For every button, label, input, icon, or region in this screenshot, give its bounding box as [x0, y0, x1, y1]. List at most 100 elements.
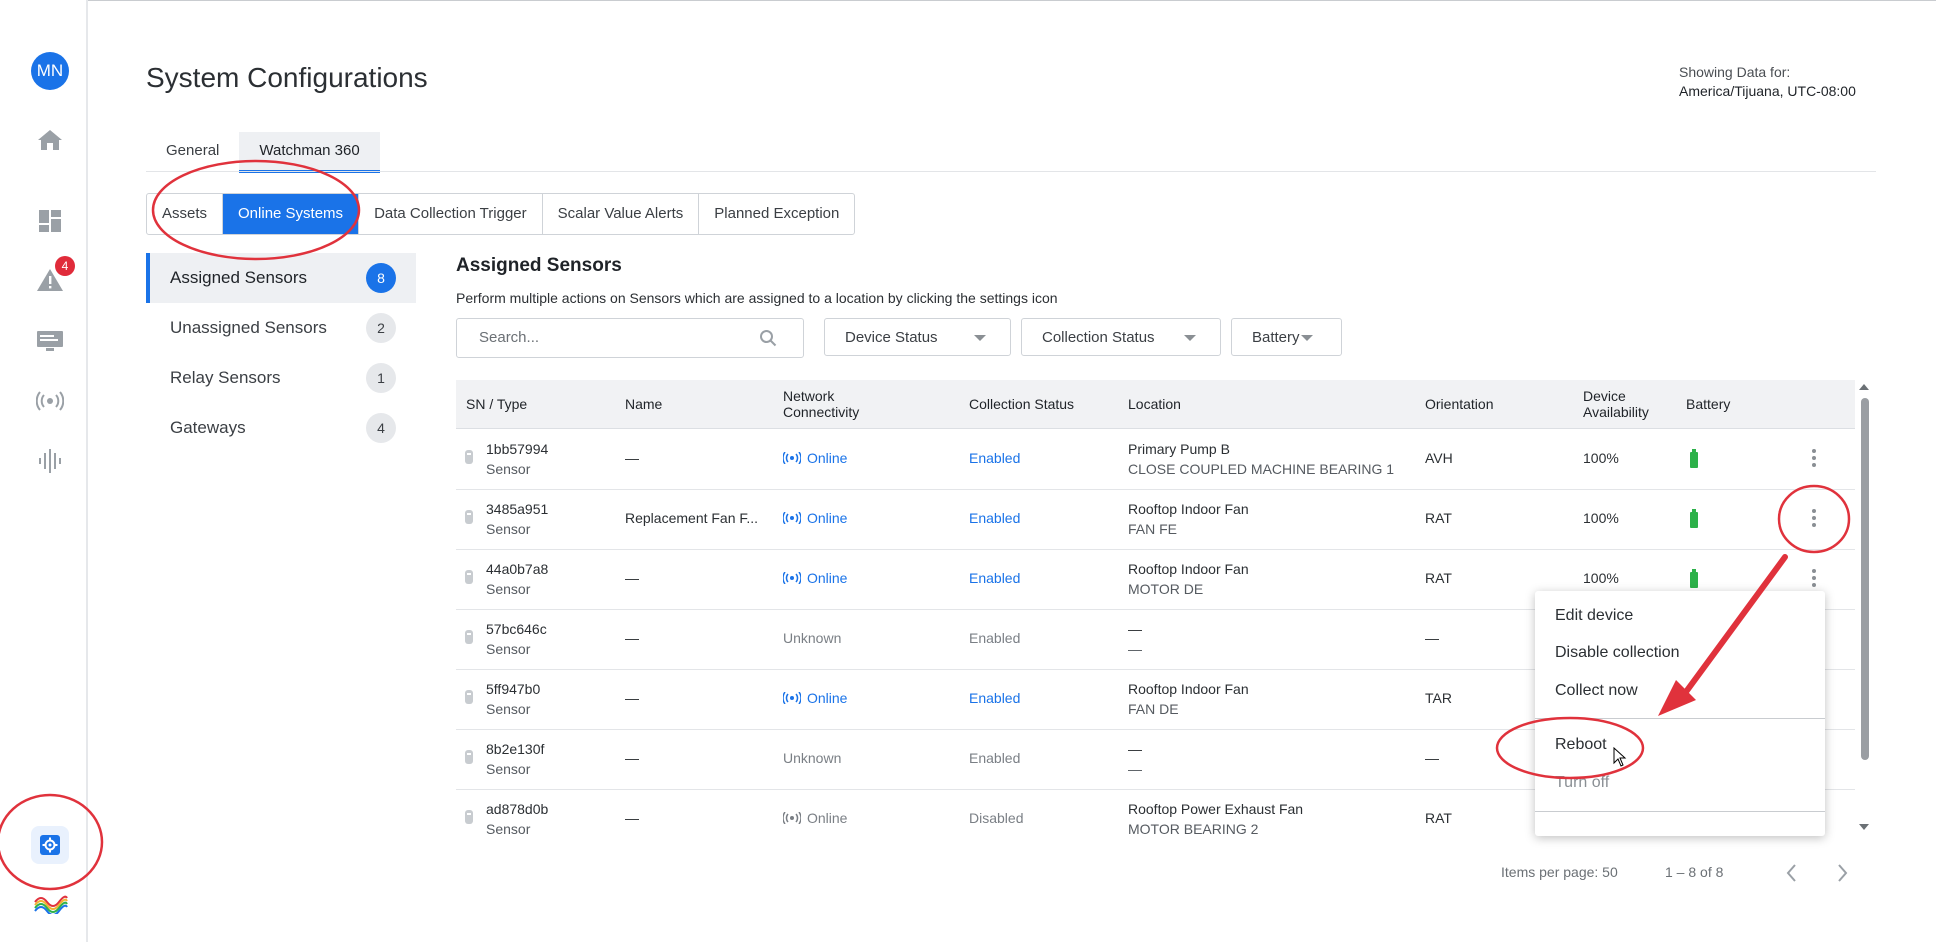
subtab-scalar-value-alerts[interactable]: Scalar Value Alerts — [543, 194, 700, 234]
location-asset: — — [1128, 621, 1142, 637]
search-box — [456, 318, 804, 358]
location-point: CLOSE COUPLED MACHINE BEARING 1 — [1128, 461, 1395, 477]
device-type: Sensor — [486, 821, 531, 837]
device-status-filter[interactable]: Device Status — [824, 318, 1011, 356]
subtab-data-collection-trigger[interactable]: Data Collection Trigger — [359, 194, 543, 234]
orientation-cell: — — [1425, 630, 1439, 646]
tab-watchman-360[interactable]: Watchman 360 — [239, 132, 380, 173]
row-actions-menu-icon[interactable] — [1812, 569, 1816, 587]
chevron-right-icon[interactable] — [1832, 862, 1852, 884]
menu-divider — [1535, 718, 1825, 719]
col-sn-type[interactable]: SN / Type — [466, 380, 527, 428]
search-icon[interactable] — [759, 329, 777, 347]
sensor-icon — [465, 750, 473, 764]
avatar[interactable]: MN — [31, 52, 69, 90]
filter-label: Device Status — [845, 328, 938, 346]
sensor-icon — [465, 630, 473, 644]
name-cell: — — [625, 690, 639, 706]
sn-type-cell: ad878d0b Sensor — [486, 799, 548, 837]
home-icon[interactable] — [34, 124, 66, 156]
timezone-info: Showing Data for: America/Tijuana, UTC-0… — [1679, 63, 1856, 101]
col-location[interactable]: Location — [1128, 380, 1181, 428]
location-asset: Rooftop Indoor Fan — [1128, 501, 1249, 517]
sn-type-cell: 1bb57994 Sensor — [486, 439, 548, 479]
caret-down-icon — [974, 335, 986, 341]
chevron-left-icon[interactable] — [1782, 862, 1802, 884]
row-actions-menu-icon[interactable] — [1812, 509, 1816, 527]
location-point: MOTOR DE — [1128, 581, 1204, 597]
col-name[interactable]: Name — [625, 380, 662, 428]
monitor-icon[interactable] — [34, 325, 66, 357]
location-asset: — — [1128, 741, 1142, 757]
dashboard-icon[interactable] — [34, 205, 66, 237]
menu-item-edit-device[interactable]: Edit device — [1555, 607, 1633, 625]
search-input[interactable] — [477, 328, 761, 347]
network-status: Online — [807, 690, 848, 706]
location-asset: Primary Pump B — [1128, 441, 1230, 457]
device-type: Sensor — [486, 521, 531, 537]
sidebar-item-gateways[interactable]: Gateways 4 — [146, 403, 416, 453]
row-actions-menu-icon[interactable] — [1812, 449, 1816, 467]
location-asset: Rooftop Power Exhaust Fan — [1128, 801, 1304, 817]
wireless-icon — [783, 812, 801, 824]
section-description: Perform multiple actions on Sensors whic… — [456, 290, 1058, 306]
sidebar-item-unassigned-sensors[interactable]: Unassigned Sensors 2 — [146, 303, 416, 353]
serial-number: 57bc646c — [486, 621, 547, 637]
items-per-page[interactable]: Items per page: 50 — [1501, 864, 1618, 880]
serial-number: 3485a951 — [486, 501, 549, 517]
wireless-icon — [783, 512, 801, 524]
wireless-icon[interactable] — [34, 385, 66, 417]
caret-down-icon — [1184, 335, 1196, 341]
name-cell: — — [625, 810, 639, 826]
col-network-connectivity[interactable]: Network Connectivity — [783, 380, 859, 428]
table-row[interactable]: 1bb57994 Sensor — Online Enabled Primary … — [456, 429, 1855, 490]
menu-item-collect-now[interactable]: Collect now — [1555, 682, 1638, 700]
col-orientation[interactable]: Orientation — [1425, 380, 1493, 428]
table-header: SN / Type Name Network Connectivity Coll… — [456, 380, 1855, 429]
col-collection-status[interactable]: Collection Status — [969, 380, 1074, 428]
caret-down-icon — [1301, 335, 1313, 341]
top-border — [0, 0, 1936, 1]
wireless-icon — [783, 572, 801, 584]
wireless-icon — [783, 452, 801, 464]
network-cell: Online — [783, 690, 847, 706]
tab-general[interactable]: General — [146, 132, 239, 170]
collection-status-filter[interactable]: Collection Status — [1021, 318, 1221, 356]
collection-status-cell: Enabled — [969, 570, 1021, 586]
col-battery[interactable]: Battery — [1686, 380, 1730, 428]
scroll-up-arrow[interactable] — [1859, 384, 1869, 390]
main-tabs: General Watchman 360 — [146, 132, 380, 173]
sensor-icon — [465, 810, 473, 824]
sn-type-cell: 57bc646c Sensor — [486, 619, 547, 659]
sidebar-item-assigned-sensors[interactable]: Assigned Sensors 8 — [146, 253, 416, 303]
menu-item-disable-collection[interactable]: Disable collection — [1555, 644, 1680, 662]
location-point: — — [1128, 761, 1142, 777]
subtab-online-systems[interactable]: Online Systems — [223, 194, 360, 234]
table-row[interactable]: 3485a951 Sensor Replacement Fan F... Onli… — [456, 489, 1855, 550]
collection-status-cell: Enabled — [969, 750, 1021, 766]
subtab-assets[interactable]: Assets — [147, 194, 224, 234]
menu-item-reboot[interactable]: Reboot — [1555, 736, 1607, 754]
battery-filter[interactable]: Battery — [1231, 318, 1342, 356]
location-cell: Rooftop Indoor Fan FAN FE — [1128, 499, 1249, 539]
menu-item-turn-off[interactable]: Turn off — [1555, 774, 1609, 792]
scroll-down-arrow[interactable] — [1859, 824, 1869, 830]
network-status: Unknown — [783, 750, 842, 766]
col-device-availability[interactable]: Device Availability — [1583, 380, 1649, 428]
subtab-planned-exception[interactable]: Planned Exception — [699, 194, 854, 234]
serial-number: 5ff947b0 — [486, 681, 541, 697]
filter-label: Collection Status — [1042, 328, 1155, 346]
collection-status-cell: Disabled — [969, 810, 1024, 826]
settings-icon — [40, 835, 60, 855]
network-status: Online — [807, 570, 848, 586]
table-scrollbar-thumb[interactable] — [1861, 398, 1869, 760]
sidebar-item-relay-sensors[interactable]: Relay Sensors 1 — [146, 353, 416, 403]
sidebar-item-label: Unassigned Sensors — [170, 318, 327, 337]
collection-status-cell: Enabled — [969, 450, 1021, 466]
sensor-icon — [465, 570, 473, 584]
collection-status-cell: Enabled — [969, 690, 1021, 706]
waveform-icon[interactable] — [34, 445, 66, 477]
settings-button[interactable] — [31, 826, 69, 864]
location-point: FAN FE — [1128, 521, 1178, 537]
row-actions-menu: Edit device Disable collection Collect n… — [1535, 591, 1825, 836]
